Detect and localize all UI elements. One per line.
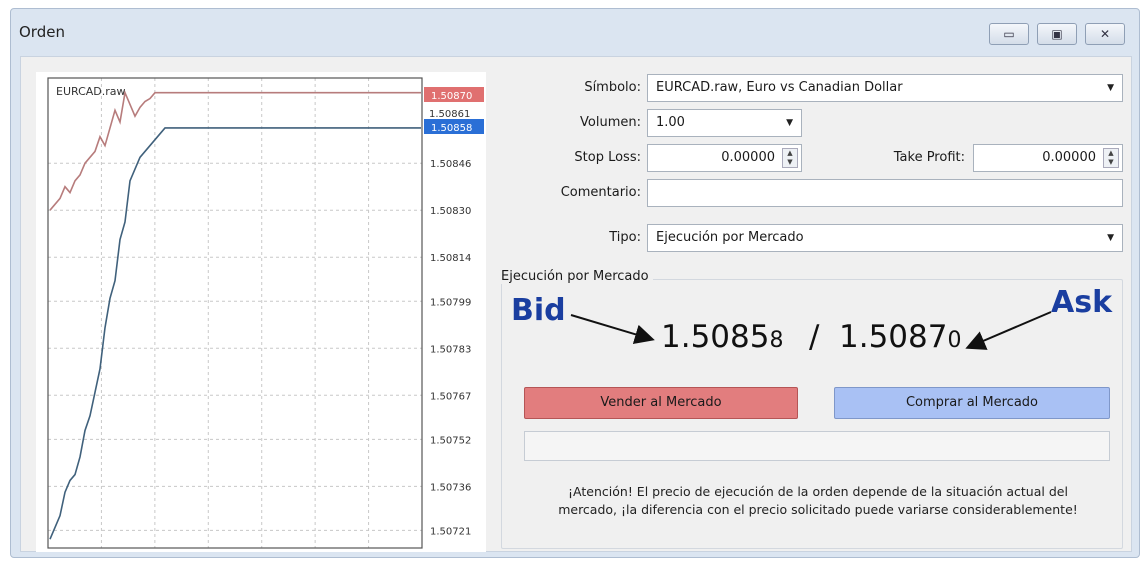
order-window: Orden ▭ ▣ ✕ 1.50846 1.50830 1.50814 1.50799… [10, 8, 1140, 558]
price-separator: / [809, 319, 820, 355]
bid-price-last-digit: 8 [769, 328, 784, 353]
annotation-arrows [570, 311, 1052, 350]
bid-price-main: 1.5085 [661, 319, 770, 355]
ask-price-last-digit: 0 [947, 328, 962, 353]
bid-arrow [570, 314, 655, 344]
sell-by-market-button[interactable]: Vender al Mercado [524, 387, 798, 419]
ask-price: 1.50870 [839, 319, 961, 355]
warning-line-1: ¡Atención! El precio de ejecución de la … [568, 484, 1068, 499]
buy-by-market-button[interactable]: Comprar al Mercado [834, 387, 1110, 419]
ask-arrow [965, 311, 1052, 350]
title-bar: Orden ▭ ▣ ✕ [11, 9, 1139, 53]
bid-price: 1.50858 [661, 319, 783, 355]
order-dialog-body: 1.50846 1.50830 1.50814 1.50799 1.50783 1.507… [20, 56, 1132, 552]
close-button[interactable]: ✕ [1085, 23, 1125, 45]
minimize-button[interactable]: ▭ [989, 23, 1029, 45]
warning-line-2: mercado, ¡la diferencia con el precio so… [558, 502, 1078, 517]
execution-status-box [524, 431, 1110, 461]
maximize-button[interactable]: ▣ [1037, 23, 1077, 45]
window-title: Orden [19, 23, 65, 41]
execution-warning: ¡Atención! El precio de ejecución de la … [513, 483, 1123, 519]
ask-price-main: 1.5087 [839, 319, 948, 355]
